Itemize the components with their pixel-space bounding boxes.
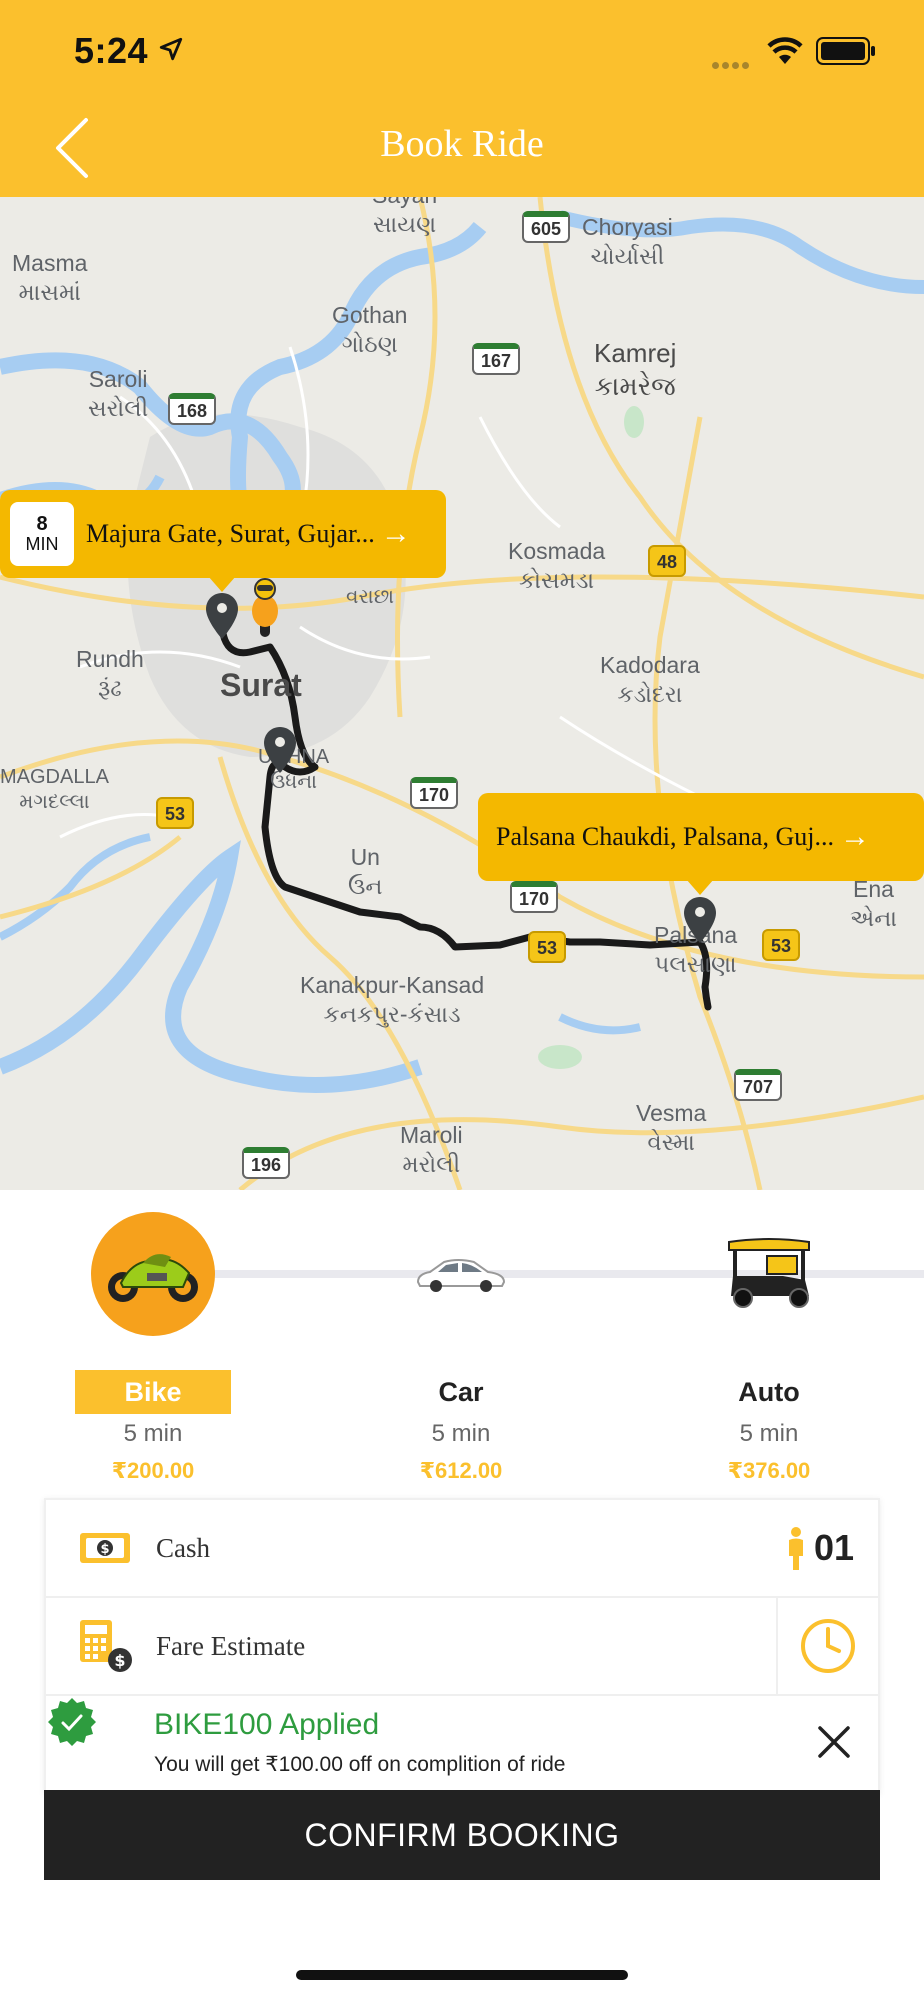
pickup-address: Majura Gate, Surat, Gujar... <box>86 519 375 548</box>
svg-text:$: $ <box>114 1651 125 1670</box>
status-time: 5:24 <box>74 30 149 71</box>
map-label-surat: Surat <box>220 667 302 703</box>
vehicle-option-bike[interactable]: Bike 5 min ₹200.00 <box>38 1212 268 1484</box>
dropoff-pin-icon <box>684 897 716 943</box>
map-label-kadodara: Kadodara કડોદરા <box>600 652 700 707</box>
map-label-maroli: Maroli મરોલી <box>400 1122 463 1177</box>
eta-unit: MIN <box>25 534 59 555</box>
highway-shield-53-west: 53 <box>156 797 194 829</box>
passenger-count-selector[interactable]: 01 <box>786 1526 854 1570</box>
highway-shield-196: 196 <box>242 1147 290 1179</box>
vehicle-selector: Bike 5 min ₹200.00 Car 5 min ₹612.00 Aut… <box>0 1190 924 1500</box>
vehicle-name: Auto <box>738 1377 800 1407</box>
cellular-signal-icon <box>712 56 752 74</box>
schedule-ride-button[interactable] <box>776 1598 878 1694</box>
vehicle-icon-circle <box>399 1212 523 1336</box>
vehicle-option-car[interactable]: Car 5 min ₹612.00 <box>346 1212 576 1484</box>
highway-shield-53-east: 53 <box>762 929 800 961</box>
app-header: 5:24 Book Ride <box>0 0 924 197</box>
map-label-choryasi: Choryasi ચોર્યાસી <box>582 214 673 269</box>
booking-options-card: $ Cash 01 $ Fare Estimate BIKE100 Applie… <box>44 1498 880 1794</box>
dropoff-address: Palsana Chaukdi, Palsana, Guj... <box>496 822 834 851</box>
highway-shield-53: 53 <box>528 931 566 963</box>
eta-badge: 8 MIN <box>10 502 74 566</box>
vehicle-eta: 5 min <box>431 1420 491 1447</box>
car-icon <box>416 1259 506 1292</box>
map-label-saroli: Saroli સરોલી <box>88 366 149 421</box>
vehicle-price: ₹376.00 <box>727 1458 811 1483</box>
rider-marker-icon <box>252 578 278 637</box>
map-label-ena: Ena એના <box>850 876 898 931</box>
waypoint-pin-icon <box>264 727 296 773</box>
vehicle-price: ₹200.00 <box>111 1458 195 1483</box>
fare-estimate-row[interactable]: $ Fare Estimate <box>46 1598 878 1696</box>
highway-shield-707: 707 <box>734 1069 782 1101</box>
clock-icon <box>801 1619 855 1673</box>
vehicle-icon-circle <box>707 1212 831 1336</box>
wifi-icon <box>767 37 803 64</box>
page-title: Book Ride <box>380 123 544 165</box>
home-indicator[interactable] <box>296 1970 628 1980</box>
vehicle-icon-circle <box>91 1212 215 1336</box>
passenger-count: 01 <box>813 1527 854 1568</box>
vehicle-option-auto[interactable]: Auto 5 min ₹376.00 <box>654 1212 884 1484</box>
dropoff-callout[interactable]: Palsana Chaukdi, Palsana, Guj... → <box>478 793 924 895</box>
map-label-gothan: Gothan ગોઠણ <box>332 302 408 357</box>
coupon-description: You will get ₹100.00 off on complition o… <box>154 1753 566 1776</box>
map-label-varachha: વરાછા <box>346 586 395 608</box>
map-label-vesma: Vesma વેસ્મા <box>636 1100 707 1155</box>
calculator-icon: $ <box>80 1620 132 1672</box>
arrow-right-icon: → <box>380 517 411 550</box>
payment-method-row[interactable]: $ Cash 01 <box>46 1500 878 1598</box>
map-label-kamrej: Kamrej કામરેજ <box>594 338 677 401</box>
pickup-callout[interactable]: 8 MIN Majura Gate, Surat, Gujar... → <box>0 490 446 592</box>
highway-shield-167: 167 <box>472 343 520 375</box>
highway-shield-168: 168 <box>168 393 216 425</box>
vehicle-name: Bike <box>75 1370 231 1414</box>
person-icon <box>788 1527 803 1570</box>
vehicle-eta: 5 min <box>739 1420 799 1447</box>
map-label-un: Un ઉન <box>348 844 383 899</box>
location-arrow-icon <box>159 37 183 61</box>
vehicle-price: ₹612.00 <box>419 1458 503 1483</box>
confirm-booking-button[interactable]: CONFIRM BOOKING <box>44 1790 880 1880</box>
map-label-magdalla: MAGDALLA મગદલ્લા <box>0 766 109 813</box>
highway-shield-170-south: 170 <box>510 881 558 913</box>
map-label-sayan: Sayanસાયણ <box>372 197 437 237</box>
check-badge-icon <box>48 1698 96 1746</box>
pickup-pin-icon <box>206 593 238 639</box>
map-label-kosmada: Kosmada કોસમડા <box>508 538 606 593</box>
motorbike-icon <box>108 1254 198 1302</box>
coupon-title: BIKE100 Applied <box>154 1708 380 1741</box>
battery-icon <box>816 37 875 65</box>
cash-icon: $ <box>80 1533 130 1563</box>
highway-shield-170: 170 <box>410 777 458 809</box>
highway-shield-48: 48 <box>648 545 686 577</box>
fare-estimate-label: Fare Estimate <box>156 1630 306 1661</box>
vehicle-eta: 5 min <box>123 1420 183 1447</box>
remove-coupon-close-icon[interactable] <box>814 1722 854 1762</box>
svg-text:$: $ <box>100 1542 109 1557</box>
arrow-right-icon: → <box>839 820 870 853</box>
highway-shield-605: 605 <box>522 211 570 243</box>
map-label-rundh: Rundh રૂંઢ <box>76 646 144 701</box>
vehicle-name: Car <box>438 1377 484 1407</box>
payment-method-label: Cash <box>156 1532 210 1563</box>
route-map[interactable]: Sayanસાયણ Choryasiચોર્યાસી Masmaમાસમાં G… <box>0 197 924 1190</box>
coupon-row: BIKE100 Applied You will get ₹100.00 off… <box>46 1696 878 1792</box>
eta-value: 8 <box>36 513 48 536</box>
auto-rickshaw-icon <box>728 1238 810 1308</box>
map-label-masma: Masma માસમાં <box>12 250 88 305</box>
map-label-kanakpur-kansad: Kanakpur-Kansad કનકપુર-કંસાડ <box>300 972 485 1027</box>
